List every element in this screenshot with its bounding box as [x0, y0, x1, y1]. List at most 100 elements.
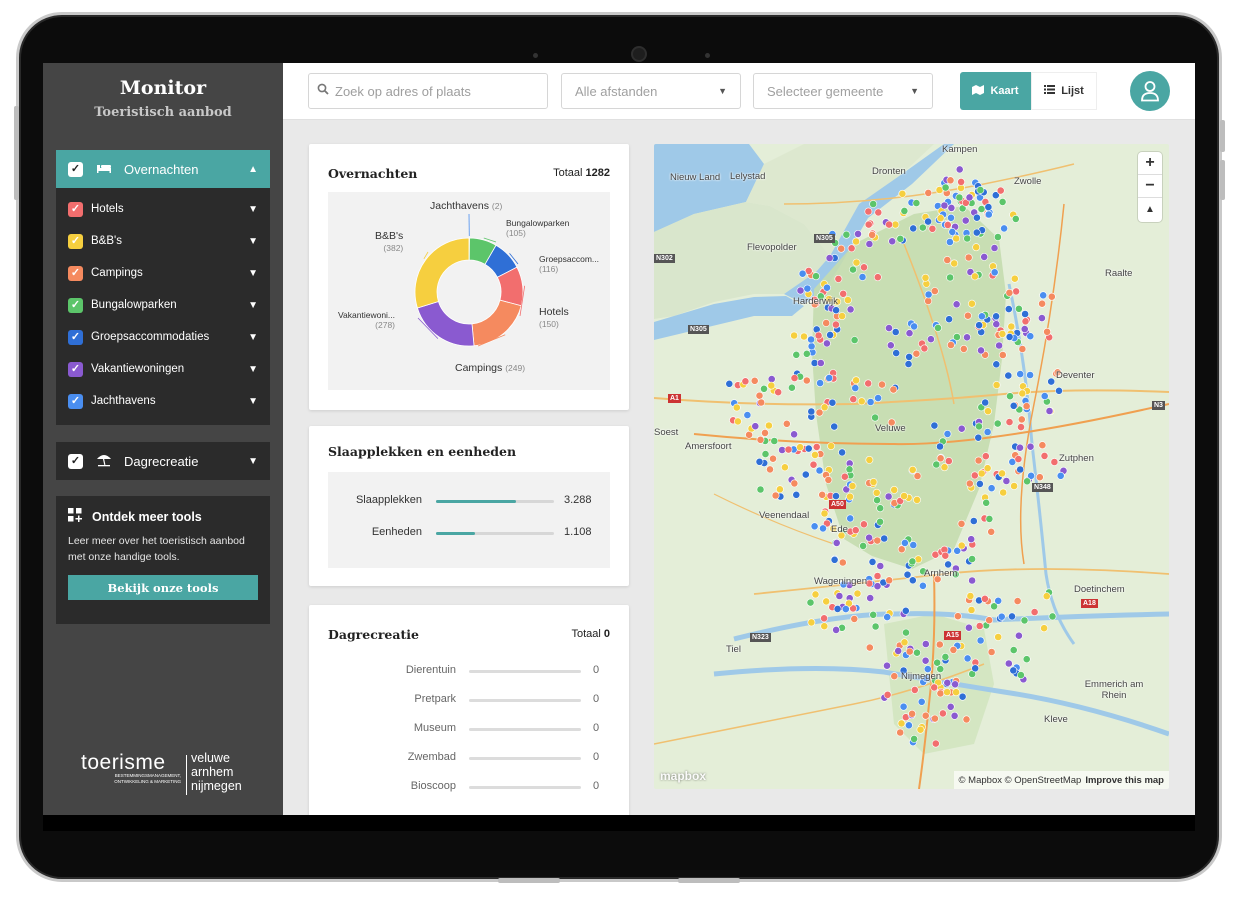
- map-marker: [984, 203, 993, 211]
- road-label: N3: [1152, 401, 1165, 410]
- sidebar-item-hotels[interactable]: ✓ Hotels ▼: [56, 193, 270, 225]
- view-tools-button[interactable]: Bekijk onze tools: [68, 575, 258, 600]
- map-view[interactable]: Kampen Dronten Zwolle Nieuw Land Lelystad Fle…: [654, 144, 1169, 789]
- category-checkbox[interactable]: ✓: [68, 297, 83, 313]
- map-marker: [823, 283, 831, 292]
- category-checkbox[interactable]: ✓: [68, 393, 83, 409]
- map-marker: [825, 254, 834, 262]
- map-marker: [807, 335, 815, 344]
- chevron-down-icon[interactable]: ▼: [248, 204, 258, 215]
- dagrecreatie-label: Dagrecreatie: [124, 453, 199, 469]
- overnachten-checkbox[interactable]: ✓: [68, 161, 83, 177]
- map-place-label: Zwolle: [1014, 176, 1042, 187]
- map-place-label: Doetinchem: [1074, 584, 1125, 595]
- sidebar-item-jachthavens[interactable]: ✓ Jachthavens ▼: [56, 385, 270, 417]
- map-marker: [892, 349, 901, 357]
- map-marker: [812, 442, 821, 451]
- compass-button[interactable]: ▲: [1138, 198, 1162, 221]
- chevron-down-icon[interactable]: ▼: [248, 396, 258, 407]
- dagrecreatie-checkbox[interactable]: ✓: [68, 453, 83, 469]
- improve-map-link[interactable]: Improve this map: [1085, 775, 1164, 786]
- chevron-down-icon[interactable]: ▼: [248, 268, 258, 279]
- map-marker: [1016, 370, 1025, 378]
- zoom-out-button[interactable]: −: [1138, 175, 1162, 198]
- map-marker: [770, 437, 779, 445]
- map-marker: [1004, 371, 1013, 380]
- map-marker: [985, 616, 994, 625]
- dropdown-arrow-icon: ▼: [910, 86, 919, 96]
- map-marker: [849, 265, 857, 274]
- mapbox-logo[interactable]: mapbox: [660, 769, 706, 783]
- chevron-down-icon[interactable]: ▼: [248, 332, 258, 343]
- map-place-label: Flevopolder: [747, 242, 797, 253]
- sidebar-item-label: Vakantiewoningen: [91, 363, 185, 375]
- map-marker: [846, 492, 854, 501]
- map-marker: [864, 379, 873, 388]
- map-marker: [977, 469, 986, 478]
- map-marker: [992, 360, 1001, 369]
- sidebar-item-bungalowparken[interactable]: ✓ Bungalowparken ▼: [56, 289, 270, 321]
- map-view-button[interactable]: Kaart: [960, 72, 1031, 110]
- dagrecreatie-row: Museum 0: [413, 722, 600, 734]
- map-marker: [952, 234, 961, 243]
- sidebar-item-label: Campings: [91, 267, 143, 279]
- map-marker: [833, 604, 842, 613]
- search-input[interactable]: [335, 83, 535, 99]
- map-marker: [807, 407, 816, 416]
- overnachten-toggle[interactable]: ✓ Overnachten ▲: [56, 150, 270, 188]
- map-marker: [834, 274, 843, 283]
- sidebar-item-bbs[interactable]: ✓ B&B's ▼: [56, 225, 270, 257]
- zoom-in-button[interactable]: +: [1138, 152, 1162, 175]
- user-avatar[interactable]: [1130, 71, 1170, 111]
- map-marker: [946, 341, 955, 349]
- map-marker: [890, 672, 899, 681]
- chevron-down-icon[interactable]: ▼: [248, 364, 258, 375]
- sidebar-item-vakantiewoningen[interactable]: ✓ Vakantiewoningen ▼: [56, 353, 270, 385]
- map-marker: [930, 421, 939, 430]
- map-marker: [804, 444, 813, 453]
- map-marker: [943, 688, 951, 696]
- app-title: Monitor: [119, 77, 207, 99]
- map-marker: [790, 331, 798, 340]
- category-checkbox[interactable]: ✓: [68, 233, 83, 249]
- map-marker: [975, 622, 984, 630]
- map-marker: [976, 636, 985, 645]
- map-marker: [811, 590, 820, 599]
- map-marker: [941, 653, 950, 661]
- map-marker: [1040, 392, 1049, 400]
- search-box[interactable]: [308, 73, 548, 109]
- map-marker: [959, 344, 968, 353]
- map-marker: [849, 395, 858, 404]
- list-view-button[interactable]: Lijst: [1031, 72, 1097, 110]
- map-marker: [952, 300, 961, 309]
- map-marker: [889, 385, 898, 394]
- chevron-down-icon[interactable]: ▼: [248, 236, 258, 247]
- distance-select[interactable]: Alle afstanden ▼: [561, 73, 741, 109]
- chevron-down-icon[interactable]: ▼: [248, 300, 258, 311]
- map-marker: [839, 289, 848, 298]
- category-checkbox[interactable]: ✓: [68, 265, 83, 281]
- category-checkbox[interactable]: ✓: [68, 329, 83, 345]
- list-icon: [1044, 85, 1056, 97]
- category-checkbox[interactable]: ✓: [68, 201, 83, 217]
- map-marker: [977, 205, 986, 213]
- chevron-up-icon[interactable]: ▲: [248, 164, 258, 175]
- sidebar-item-campings[interactable]: ✓ Campings ▼: [56, 257, 270, 289]
- sidebar-item-groepsaccommodaties[interactable]: ✓ Groepsaccommodaties ▼: [56, 321, 270, 353]
- chevron-down-icon[interactable]: ▼: [248, 456, 258, 467]
- map-marker: [983, 464, 992, 473]
- map-marker: [809, 460, 818, 469]
- top-bar: Alle afstanden▼ Selecteer gemeente▼ Kaar…: [283, 63, 1195, 120]
- category-checkbox[interactable]: ✓: [68, 361, 83, 377]
- map-marker: [998, 469, 1006, 478]
- map-marker: [921, 640, 930, 648]
- dagrecreatie-toggle[interactable]: ✓ Dagrecreatie ▼: [56, 442, 270, 480]
- municipality-select[interactable]: Selecteer gemeente ▼: [753, 73, 933, 109]
- map-place-label: Lelystad: [730, 171, 766, 182]
- map-marker: [750, 376, 759, 385]
- map-marker: [874, 394, 882, 402]
- app-screen: Monitor Toeristisch aanbod ✓ Overnachten…: [43, 63, 1195, 815]
- map-marker: [953, 612, 962, 621]
- map-marker: [820, 622, 829, 631]
- map-marker: [725, 379, 734, 388]
